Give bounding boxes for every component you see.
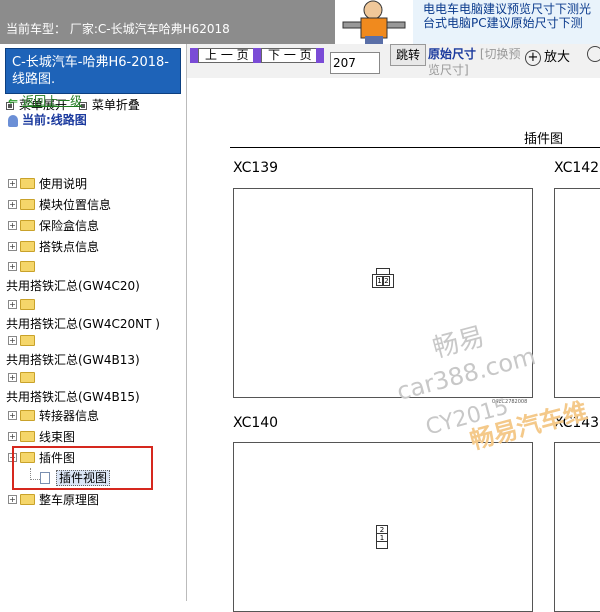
current-car-label: 当前车型： 厂家:C-长城汽车哈弗H62018 <box>6 22 230 36</box>
tree-node-label[interactable]: 共用搭铁汇总(GW4B15) <box>6 388 140 405</box>
menu-collapse-link[interactable]: 菜单折叠 <box>92 98 140 112</box>
tree-node-ground-points[interactable]: + 搭铁点信息 <box>8 238 99 258</box>
tree-node-label: 线束图 <box>39 430 76 444</box>
expand-plus-icon[interactable]: + <box>8 242 17 251</box>
folder-icon <box>20 410 35 421</box>
tree-node-ground-gw4c20[interactable]: + <box>8 259 39 279</box>
prev-arrow-icon[interactable] <box>190 48 198 63</box>
location-pin-icon <box>8 114 18 127</box>
expand-plus-icon[interactable]: + <box>8 262 17 271</box>
folder-icon <box>20 199 35 210</box>
tree-node-module-location[interactable]: + 模块位置信息 <box>8 196 111 216</box>
prev-page-button[interactable]: 上 一 页 <box>198 48 256 63</box>
pin-label: 2 <box>377 526 387 534</box>
tree-node-vehicle-schematic[interactable]: + 整车原理图 <box>8 491 99 511</box>
folder-icon <box>20 261 35 272</box>
connector-code: XC139 <box>233 160 279 176</box>
next-page-button[interactable]: 下 一 页 <box>261 48 319 63</box>
expand-plus-icon[interactable]: + <box>8 373 17 382</box>
zoom-in-icon: + <box>525 50 541 66</box>
folder-icon <box>20 494 35 505</box>
banner-mascot-image <box>335 0 413 44</box>
tree-node-fuse-box[interactable]: + 保险盒信息 <box>8 217 99 237</box>
folder-icon <box>20 178 35 189</box>
expand-plus-icon[interactable]: + <box>8 495 17 504</box>
tree-node-ground-gw4b13[interactable]: + <box>8 333 39 353</box>
pin-label: 2 <box>383 276 390 286</box>
back-arrow-icon: ⇐ <box>8 94 19 108</box>
expand-plus-icon[interactable]: + <box>8 300 17 309</box>
folder-icon <box>20 372 35 383</box>
connector-panel-xc142[interactable] <box>554 188 600 398</box>
tree-node-label: 使用说明 <box>39 177 88 191</box>
folder-icon <box>20 220 35 231</box>
tree-node-label: 搭铁点信息 <box>39 240 100 254</box>
original-size-link[interactable]: 原始尺寸 <box>428 47 476 61</box>
pin-label: 1 <box>377 534 387 542</box>
current-location: 当前:线路图 <box>8 111 87 128</box>
expand-plus-icon[interactable]: + <box>8 200 17 209</box>
expand-plus-icon[interactable]: + <box>8 179 17 188</box>
folder-icon <box>20 335 35 346</box>
tree-node-label[interactable]: 共用搭铁汇总(GW4C20NT ) <box>6 315 160 332</box>
banner-line-2: 台式电脑PC建议原始尺寸下测 <box>423 16 583 30</box>
connector-code: XC140 <box>233 415 279 431</box>
section-title: 插件图 <box>524 132 564 147</box>
next-left-arrow-icon[interactable] <box>253 48 261 63</box>
zoom-in-button[interactable]: + 放大 <box>525 46 570 66</box>
banner-notice: 电电车电脑建议预览尺寸下测光 台式电脑PC建议原始尺寸下测 <box>413 0 600 44</box>
highlight-box <box>12 446 153 490</box>
back-link-label: 返回上一级 <box>22 94 83 108</box>
tree-node-label[interactable]: 共用搭铁汇总(GW4C20) <box>6 277 140 294</box>
folder-icon <box>20 431 35 442</box>
tree-node-label[interactable]: 共用搭铁汇总(GW4B13) <box>6 351 140 368</box>
connector-code: XC142 <box>554 160 600 176</box>
expand-plus-icon[interactable]: + <box>8 221 17 230</box>
expand-plus-icon[interactable]: + <box>8 336 17 345</box>
folder-icon <box>20 241 35 252</box>
expand-plus-icon[interactable]: + <box>8 411 17 420</box>
zoom-in-label: 放大 <box>544 50 571 65</box>
tree-node-ground-gw4c20nt[interactable]: + <box>8 297 39 317</box>
size-toggle[interactable]: 原始尺寸 [切换预览尺寸] <box>428 46 523 78</box>
zoom-out-icon[interactable] <box>587 46 600 62</box>
expand-plus-icon[interactable]: + <box>8 432 17 441</box>
title-divider <box>230 147 600 148</box>
connector-panel-xc143[interactable] <box>554 442 600 612</box>
current-location-label: 当前:线路图 <box>22 113 87 127</box>
tree-node-ground-gw4b15[interactable]: + <box>8 370 39 390</box>
tree-node-label: 整车原理图 <box>39 493 100 507</box>
pin-label: 1 <box>376 276 383 286</box>
tree-node-label: 保险盒信息 <box>39 219 100 233</box>
tree-node-label: 模块位置信息 <box>39 198 112 212</box>
sidebar-title: C-长城汽车-哈弗H6-2018- 线路图. <box>5 48 181 94</box>
back-link[interactable]: ⇐ 返回上一级 <box>8 92 82 109</box>
banner-line-1: 电电车电脑建议预览尺寸下测光 <box>423 2 592 16</box>
tree-node-adapter[interactable]: + 转接器信息 <box>8 407 99 427</box>
folder-icon <box>20 299 35 310</box>
connector-glyph-vertical: 2 1 <box>376 525 388 549</box>
page-number-input[interactable]: 207 <box>330 52 380 74</box>
tree-node-usage[interactable]: + 使用说明 <box>8 175 87 195</box>
tree-node-label: 转接器信息 <box>39 409 100 423</box>
tree-node-harness[interactable]: + 线束图 <box>8 428 75 448</box>
connector-glyph: 12 <box>372 274 394 288</box>
next-arrow-icon[interactable] <box>316 48 324 63</box>
jump-button[interactable]: 跳转 <box>390 44 426 66</box>
